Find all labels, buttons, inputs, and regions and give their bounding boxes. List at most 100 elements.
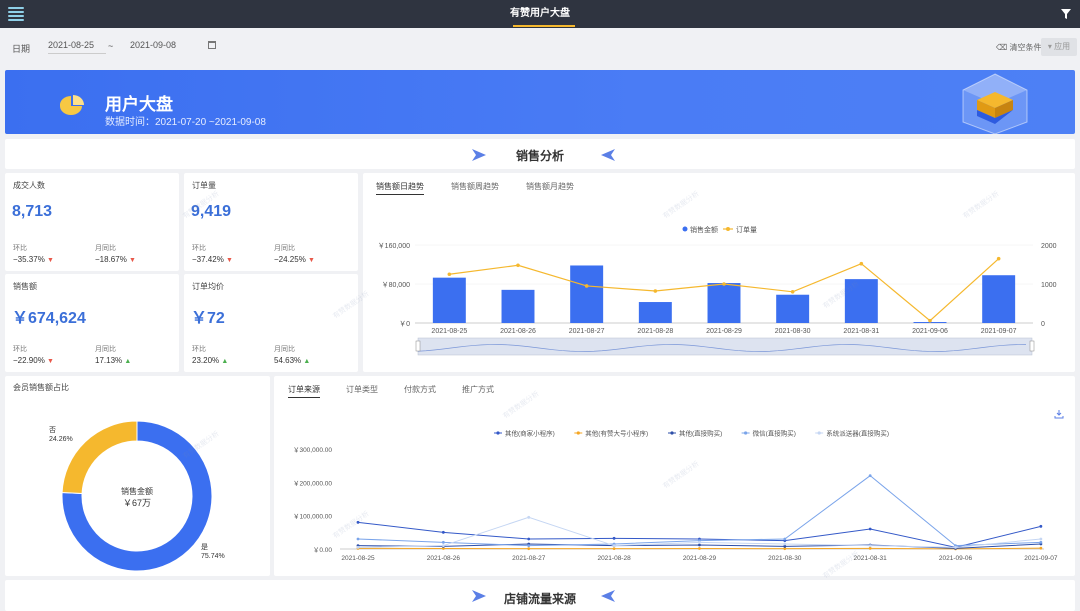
banner-subtitle: 数据时间：2021-07-20 ~2021-09-08: [105, 117, 266, 128]
sales-trend-card: 销售额日趋势 销售额周趋势 销售额月趋势 销售金额 订单量 ￥0 ￥80,000 ￥16…: [363, 173, 1075, 372]
series-point: [612, 536, 616, 540]
tab-order-type[interactable]: 订单类型: [346, 384, 378, 395]
tab-order-source[interactable]: 订单来源: [288, 384, 320, 398]
y-tick-label: ￥0: [399, 320, 410, 328]
down-arrow-icon: ▼: [226, 257, 233, 264]
series-point: [1039, 546, 1043, 550]
series-point: [527, 544, 531, 548]
kpi-metric-value: −35.37% ▼: [13, 255, 54, 264]
y-tick-label: ￥160,000: [378, 242, 410, 250]
x-tick-label: 2021-08-30: [775, 328, 811, 335]
x-tick-label: 2021-08-29: [706, 328, 742, 335]
sales-section-header: 销售分析: [5, 139, 1075, 169]
legend-label: 订单量: [736, 225, 757, 234]
x-tick-label: 2021-08-31: [843, 328, 879, 335]
kpi-metric-value: 23.20% ▲: [192, 356, 229, 365]
orders-point: [447, 272, 452, 277]
pie-logo-icon: [59, 95, 84, 115]
kpi-metric-value: −24.25% ▼: [274, 255, 315, 264]
kpi-metric-label: 月同比: [274, 346, 295, 353]
series-point: [783, 537, 787, 541]
orders-point: [584, 284, 589, 288]
kpi-metric-label: 环比: [192, 346, 206, 353]
calendar-icon[interactable]: [208, 41, 216, 49]
zoom-handle-left: [415, 340, 421, 352]
y-tick-label: ￥0.00: [313, 546, 333, 554]
kpi-metric-label: 月同比: [274, 245, 295, 252]
y2-tick-label: 2000: [1041, 243, 1057, 250]
x-tick-label: 2021-09-06: [939, 555, 973, 562]
slice-percent-label: 24.26%: [49, 436, 73, 443]
series-point: [868, 544, 872, 548]
clear-filters-button[interactable]: ⌫ 清空条件: [996, 42, 1042, 53]
series-point: [868, 546, 872, 550]
x-tick-label: 2021-08-27: [569, 328, 605, 335]
legend-marker: [682, 226, 688, 232]
eraser-icon: ⌫: [996, 43, 1010, 52]
legend-label: 微信(直接购买): [753, 429, 796, 438]
x-tick-label: 2021-08-28: [637, 328, 673, 335]
series-point: [527, 537, 531, 541]
x-tick-label: 2021-08-28: [597, 555, 631, 562]
tab-payment-method[interactable]: 付款方式: [404, 384, 436, 395]
y2-tick-label: 0: [1041, 321, 1045, 328]
legend-marker: [817, 431, 821, 435]
dashboard-banner: 用户大盘 数据时间：2021-07-20 ~2021-09-08: [5, 70, 1075, 134]
slice-percent-label: 75.74%: [201, 553, 225, 560]
orders-point: [653, 289, 658, 293]
slice-name-label: 否: [49, 426, 56, 434]
legend-label: 其他(商家小程序): [505, 429, 555, 438]
up-arrow-icon: ▲: [221, 358, 229, 365]
download-icon[interactable]: [1054, 409, 1064, 419]
legend-label: 其他(有赞大号小程序): [585, 429, 648, 438]
down-arrow-icon: ▼: [308, 257, 315, 264]
orders-point: [996, 256, 1001, 261]
top-navbar: 有赞用户大盘: [0, 0, 1080, 28]
x-tick-label: 2021-08-25: [431, 328, 467, 335]
y2-tick-label: 1000: [1041, 282, 1057, 289]
legend-marker: [670, 431, 674, 435]
filter-icon[interactable]: [1060, 8, 1072, 20]
kpi-metric-label: 环比: [192, 245, 206, 252]
series-point: [356, 545, 360, 549]
member-sales-card: 会员销售额占比 销售金额 ￥67万 否 24.26% 是 75.74%: [5, 376, 270, 576]
bar: [707, 283, 741, 323]
kpi-metric-label: 环比: [13, 346, 27, 353]
page-tab-title[interactable]: 有赞用户大盘: [490, 0, 590, 28]
series-point: [698, 540, 701, 544]
left-arrow-icon: [601, 149, 615, 161]
kpi-value: ￥674,624: [12, 310, 86, 327]
series-point: [527, 547, 531, 551]
kpi-card-sales: 销售额 ￥674,624 环比 月同比 −22.90% ▼ 17.13% ▲: [5, 274, 179, 372]
tab-daily-trend[interactable]: 销售额日趋势: [376, 181, 424, 195]
tab-promotion-method[interactable]: 推广方式: [462, 384, 494, 395]
series-point: [612, 547, 616, 550]
donut-slice: [61, 420, 138, 494]
series-point: [698, 543, 701, 547]
kpi-metric-label: 月同比: [95, 346, 116, 353]
up-arrow-icon: ▲: [303, 358, 311, 365]
y-tick-label: ￥200,000.00: [293, 479, 332, 487]
kpi-metric-label: 月同比: [95, 245, 116, 252]
start-date-input[interactable]: 2021-08-25: [48, 40, 106, 54]
sales-trend-chart: 销售金额 订单量 ￥0 ￥80,000 ￥160,000 0 1000 2000 2021-08…: [378, 225, 1057, 356]
tab-monthly-trend[interactable]: 销售额月趋势: [526, 181, 574, 192]
bar: [501, 289, 535, 323]
y-tick-label: ￥80,000: [382, 281, 411, 289]
menu-icon[interactable]: [8, 6, 24, 22]
bar: [844, 279, 878, 323]
x-tick-label: 2021-09-06: [912, 328, 948, 335]
tab-weekly-trend[interactable]: 销售额周趋势: [451, 181, 499, 192]
donut-center-label: 销售金额: [121, 486, 153, 496]
end-date-input[interactable]: 2021-09-08: [130, 40, 188, 54]
legend-label: 系统派送器(直接购买): [826, 429, 889, 438]
series-line: [357, 475, 1041, 547]
down-arrow-icon: ▼: [47, 257, 54, 264]
apply-button[interactable]: ▾ 应用: [1041, 38, 1077, 56]
series-point: [441, 540, 445, 544]
series-point: [356, 537, 360, 541]
kpi-metric-value: −22.90% ▼: [13, 356, 54, 365]
kpi-metric-value: −37.42% ▼: [192, 255, 233, 264]
x-tick-label: 2021-08-26: [427, 555, 461, 562]
y-tick-label: ￥300,000.00: [293, 446, 332, 454]
